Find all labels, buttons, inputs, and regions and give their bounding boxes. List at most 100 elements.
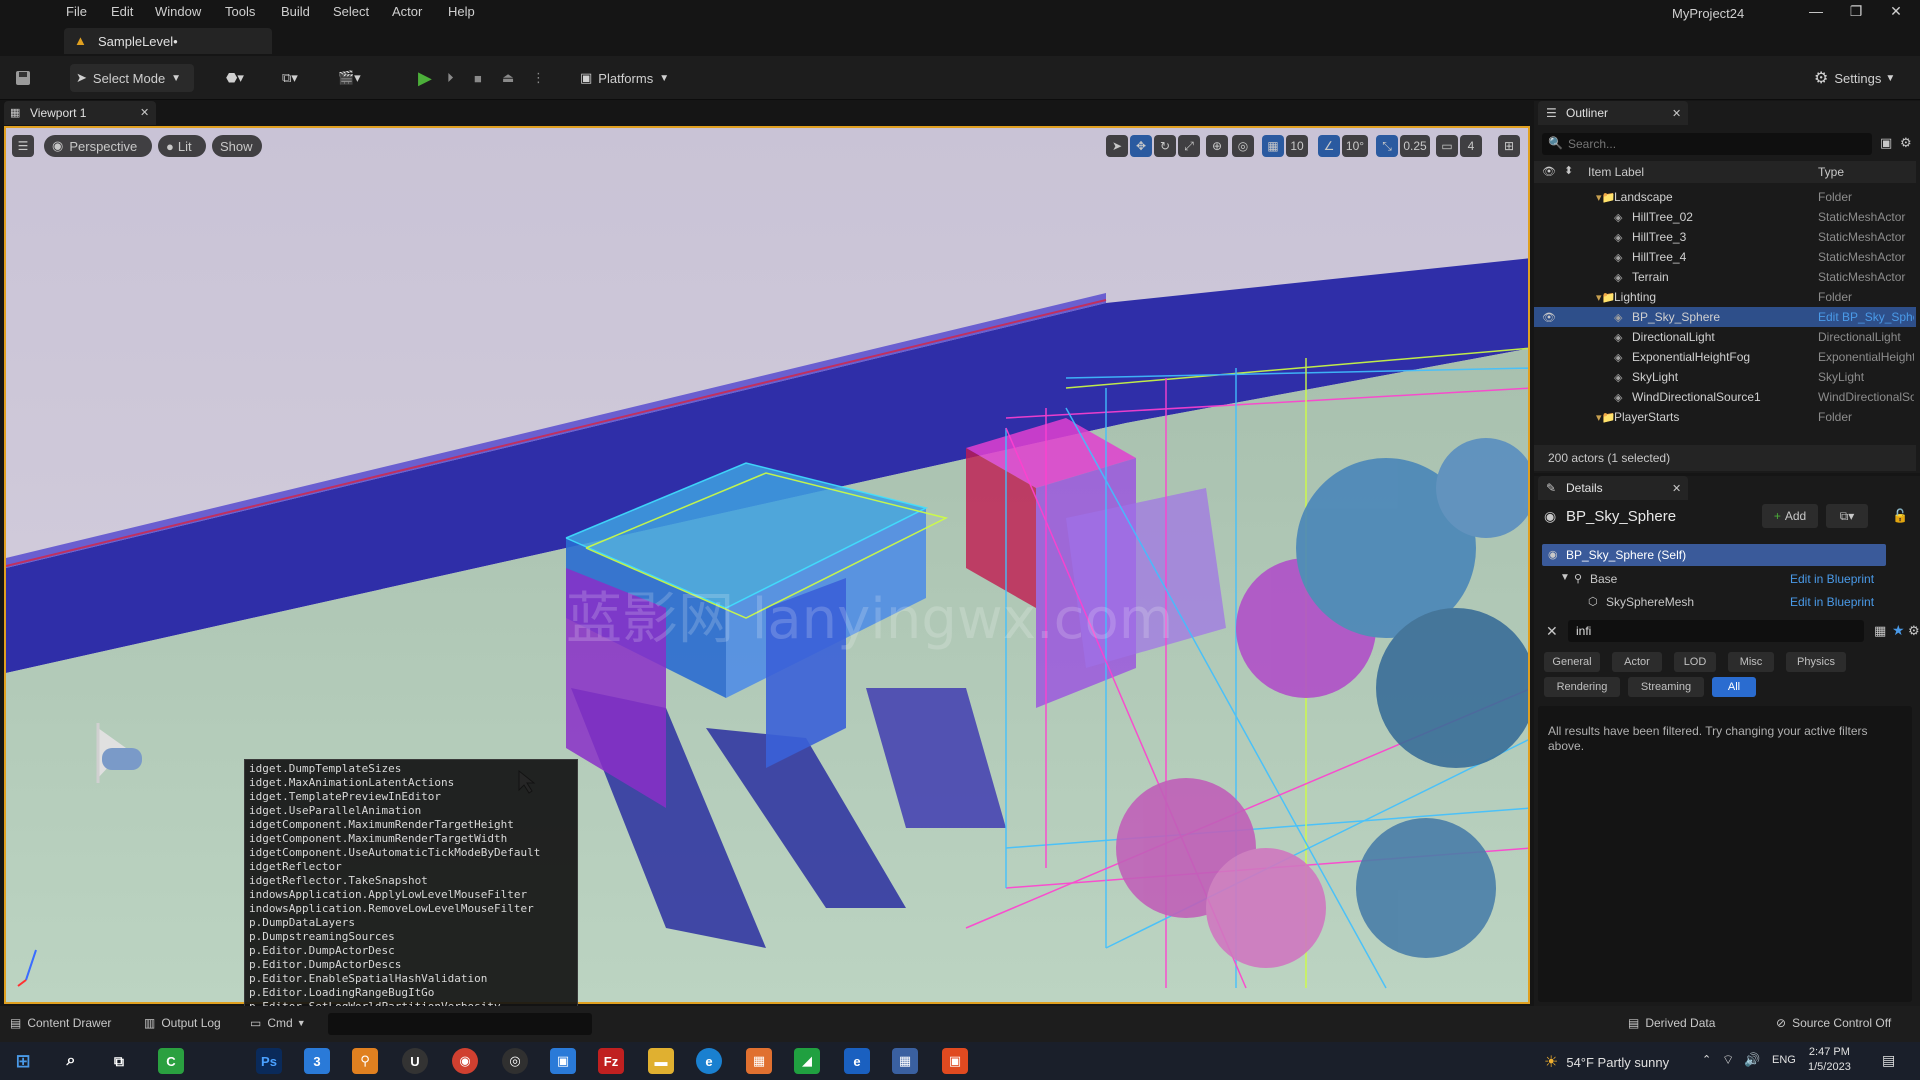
windows-start-icon[interactable]: ⊞	[10, 1048, 36, 1074]
perspective-button[interactable]: ◉ Perspective	[44, 135, 152, 157]
select-tool-icon[interactable]: ➤	[1106, 135, 1128, 157]
photoshop-icon[interactable]: Ps	[256, 1048, 282, 1074]
console-suggestion[interactable]: p.DumpDataLayers	[245, 916, 577, 930]
move-tool-icon[interactable]: ✥	[1130, 135, 1152, 157]
show-button[interactable]: Show	[212, 135, 262, 157]
rotate-tool-icon[interactable]: ↻	[1154, 135, 1176, 157]
close-tab-icon[interactable]: ✕	[1672, 482, 1681, 495]
network-icon[interactable]: ⌔	[1722, 1052, 1734, 1068]
step-icon[interactable]: ⏵	[447, 64, 465, 92]
blueprint-options-icon[interactable]: ⧉▾	[1826, 504, 1868, 528]
camtasia-icon[interactable]: C	[158, 1048, 184, 1074]
outliner-row[interactable]: ▾📁 Lighting Folder	[1534, 287, 1916, 307]
filter-actor[interactable]: Actor	[1612, 652, 1662, 672]
outliner-row[interactable]: ◈ ExponentialHeightFog ExponentialHeightFo…	[1534, 347, 1916, 367]
rotation-snap-value[interactable]: 10°	[1342, 135, 1368, 157]
outliner-row[interactable]: ◈ HillTree_3 StaticMeshActor	[1534, 227, 1916, 247]
component-base-row[interactable]: ▼ ⚲ Base Edit in Blueprint	[1542, 568, 1886, 590]
maximize-viewport-icon[interactable]: ⊞	[1498, 135, 1520, 157]
visibility-icon[interactable]: 👁	[1542, 311, 1556, 324]
menu-edit[interactable]: Edit	[111, 4, 133, 19]
outliner-row[interactable]: ◈ HillTree_02 StaticMeshActor	[1534, 207, 1916, 227]
gear-icon[interactable]: ⚙	[1908, 623, 1920, 639]
more-options-icon[interactable]: ⋮	[532, 64, 545, 92]
pin-icon[interactable]: ⬍	[1564, 164, 1573, 177]
outliner-row[interactable]: ▾📁 PlayerStarts Folder	[1534, 407, 1916, 427]
minimize-icon[interactable]: —	[1804, 3, 1828, 21]
console-suggestion[interactable]: idget.MaxAnimationLatentActions	[245, 776, 577, 790]
app-icon-3[interactable]: ▣	[550, 1048, 576, 1074]
surface-snap-icon[interactable]: ◎	[1232, 135, 1254, 157]
level-viewport[interactable]: 蓝影网 lanyingwx.com ☰ ◉ Perspective ● Lit …	[4, 126, 1530, 1004]
restore-icon[interactable]: ❐	[1844, 3, 1868, 21]
app-icon-6[interactable]: ▣	[942, 1048, 968, 1074]
outliner-row[interactable]: ◈ DirectionalLight DirectionalLight	[1534, 327, 1916, 347]
volume-icon[interactable]: 🔊	[1744, 1052, 1760, 1068]
search-icon[interactable]: ⌕	[58, 1048, 84, 1074]
scale-snap-value[interactable]: 0.25	[1400, 135, 1430, 157]
console-suggestion[interactable]: p.Editor.EnableSpatialHashValidation	[245, 972, 577, 986]
level-tab[interactable]: ▲ SampleLevel•	[64, 28, 272, 54]
outliner-search[interactable]: 🔍	[1542, 133, 1872, 155]
console-autocomplete[interactable]: idget.DumpTemplateSizes idget.MaxAnimatio…	[244, 759, 578, 1011]
platforms-button[interactable]: ▣ Platforms ▼	[580, 64, 676, 92]
console-suggestion[interactable]: idgetComponent.MaximumRenderTargetWidth	[245, 832, 577, 846]
menu-window[interactable]: Window	[155, 4, 201, 19]
menu-actor[interactable]: Actor	[392, 4, 422, 19]
add-folder-icon[interactable]: ▣	[1880, 135, 1892, 151]
scale-tool-icon[interactable]: ⤢	[1178, 135, 1200, 157]
filter-general[interactable]: General	[1544, 652, 1600, 672]
app-icon-2[interactable]: ◎	[502, 1048, 528, 1074]
filter-all[interactable]: All	[1712, 677, 1756, 697]
settings-button[interactable]: ⚙ Settings ▼	[1814, 64, 1904, 92]
console-suggestion[interactable]: idget.UseParallelAnimation	[245, 804, 577, 818]
hamburger-icon[interactable]: ☰	[12, 135, 34, 157]
file-explorer-icon[interactable]: ▬	[648, 1048, 674, 1074]
col-item-label[interactable]: Item Label	[1588, 165, 1644, 179]
star-icon[interactable]: ★	[1892, 622, 1905, 639]
language-indicator[interactable]: ENG	[1772, 1054, 1796, 1066]
eject-icon[interactable]: ⏏	[502, 64, 520, 92]
viewport-tab[interactable]: ▦ Viewport 1 ✕	[4, 101, 156, 125]
filter-physics[interactable]: Physics	[1786, 652, 1846, 672]
app-icon[interactable]: 3	[304, 1048, 330, 1074]
scale-snap-icon[interactable]: ⤡	[1376, 135, 1398, 157]
app-icon-5[interactable]: ◢	[794, 1048, 820, 1074]
console-suggestion[interactable]: idgetComponent.MaximumRenderTargetHeight	[245, 818, 577, 832]
grid-snap-icon[interactable]: ▦	[1262, 135, 1284, 157]
play-icon[interactable]: ▶	[418, 64, 436, 92]
filter-rendering[interactable]: Rendering	[1544, 677, 1620, 697]
menu-select[interactable]: Select	[333, 4, 369, 19]
edge-icon[interactable]: e	[696, 1048, 722, 1074]
outliner-tab[interactable]: ☰ Outliner ✕	[1538, 101, 1688, 125]
app-icon-4[interactable]: ▦	[746, 1048, 772, 1074]
cmd-dropdown[interactable]: ▭ Cmd ▼	[250, 1016, 306, 1030]
stop-icon[interactable]: ■	[474, 64, 492, 92]
calculator-icon[interactable]: ▦	[892, 1048, 918, 1074]
console-suggestion[interactable]: idgetReflector	[245, 860, 577, 874]
clock[interactable]: 2:47 PM 1/5/2023	[1808, 1045, 1851, 1075]
console-suggestion[interactable]: p.Editor.LoadingRangeBugItGo	[245, 986, 577, 1000]
close-tab-icon[interactable]: ✕	[140, 106, 149, 119]
ie-icon[interactable]: e	[844, 1048, 870, 1074]
weather-widget[interactable]: ☀ 54°F Partly sunny	[1544, 1052, 1669, 1072]
derived-data-button[interactable]: ▤ Derived Data	[1628, 1016, 1715, 1030]
clear-search-icon[interactable]: ✕	[1546, 623, 1558, 640]
grid-snap-value[interactable]: 10	[1286, 135, 1308, 157]
component-mesh-row[interactable]: ⬡ SkySphereMesh Edit in Blueprint	[1542, 591, 1886, 613]
camera-speed-value[interactable]: 4	[1460, 135, 1482, 157]
notification-icon[interactable]: ▤	[1882, 1052, 1895, 1069]
filter-misc[interactable]: Misc	[1728, 652, 1774, 672]
menu-tools[interactable]: Tools	[225, 4, 255, 19]
content-drawer-button[interactable]: ▤ Content Drawer	[10, 1016, 111, 1030]
outliner-row[interactable]: ◈ SkyLight SkyLight	[1534, 367, 1916, 387]
component-self-row[interactable]: ◉ BP_Sky_Sphere (Self)	[1542, 544, 1886, 566]
visibility-icon[interactable]: 👁	[1542, 165, 1556, 178]
rotation-snap-icon[interactable]: ∠	[1318, 135, 1340, 157]
cinematics-icon[interactable]: 🎬▾	[338, 64, 374, 92]
console-suggestion[interactable]: idgetReflector.TakeSnapshot	[245, 874, 577, 888]
save-icon[interactable]	[14, 64, 36, 92]
outliner-row[interactable]: ▾📁 Landscape Folder	[1534, 187, 1916, 207]
chevron-up-icon[interactable]: ⌃	[1702, 1053, 1711, 1066]
console-suggestion[interactable]: idget.TemplatePreviewInEditor	[245, 790, 577, 804]
